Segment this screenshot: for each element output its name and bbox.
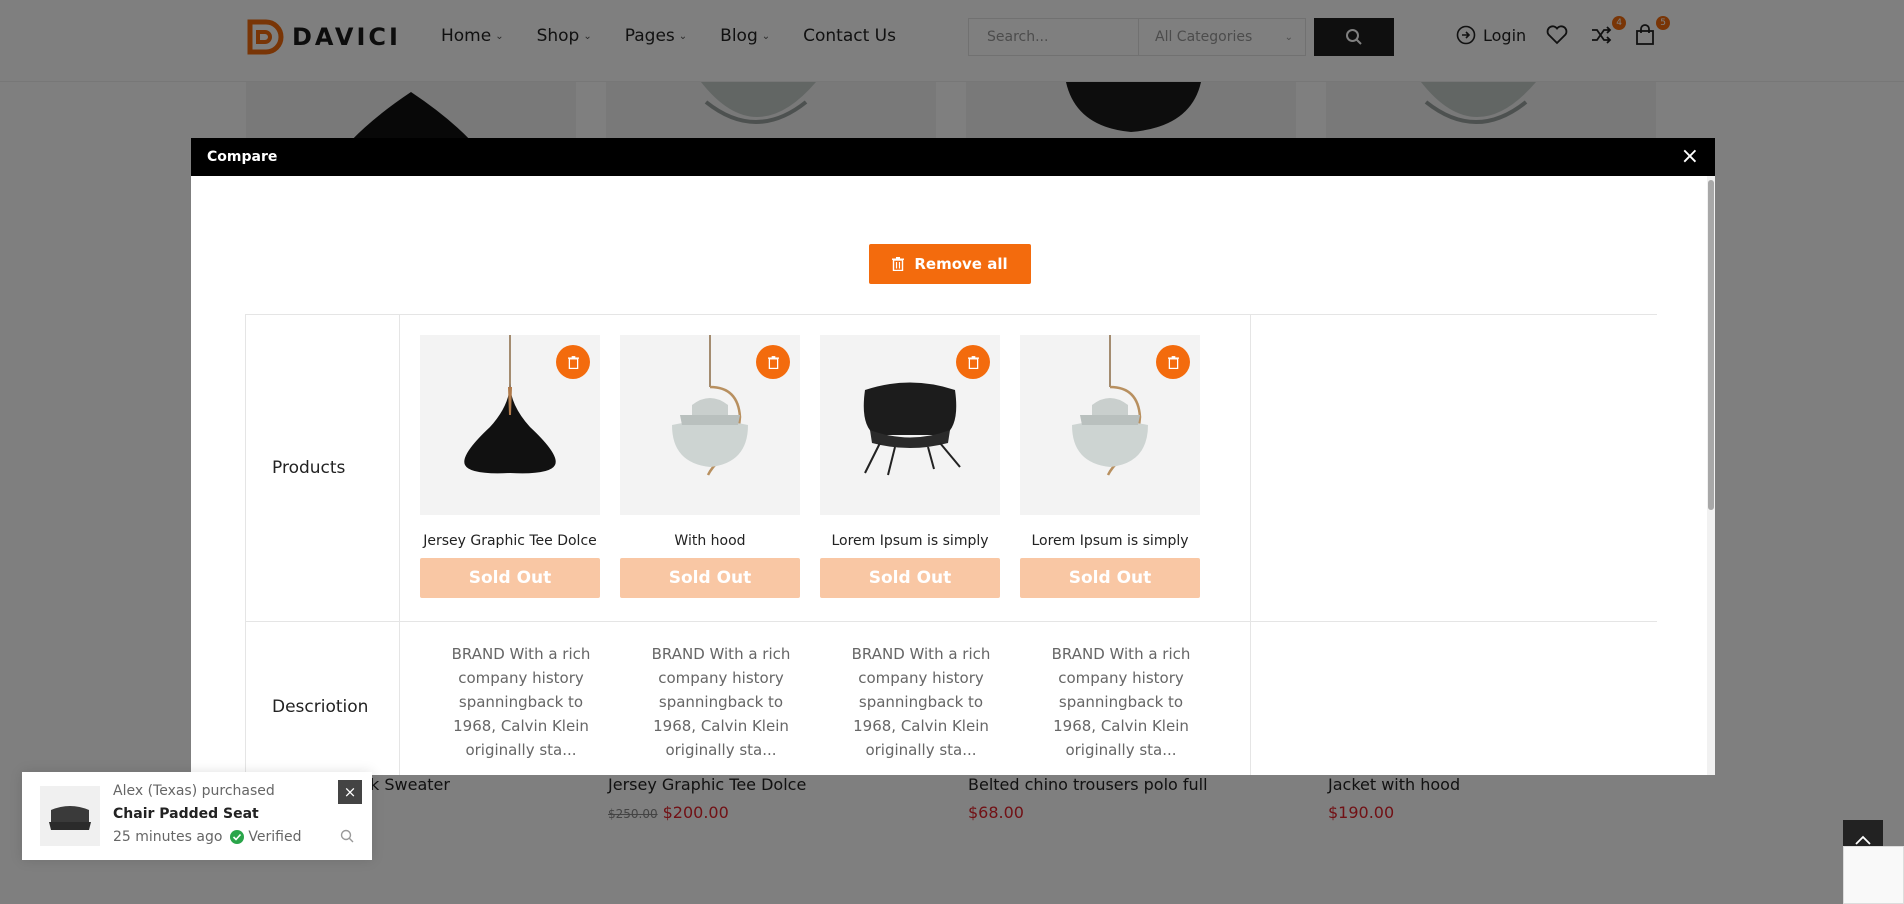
product-image[interactable] bbox=[620, 335, 800, 515]
row-label-products: Products bbox=[245, 315, 400, 621]
notification-buyer: Alex (Texas) purchased bbox=[113, 783, 275, 799]
compare-row-description: Descriotion BRAND With a rich company hi… bbox=[245, 621, 1657, 775]
compare-product: Lorem Ipsum is simply Sold Out bbox=[1020, 335, 1200, 598]
remove-product-button[interactable] bbox=[756, 345, 790, 379]
close-icon: × bbox=[343, 783, 357, 801]
sold-out-button[interactable]: Sold Out bbox=[1020, 558, 1200, 598]
compare-product: Lorem Ipsum is simply Sold Out bbox=[820, 335, 1000, 598]
trash-icon bbox=[967, 355, 979, 369]
check-circle-icon bbox=[230, 830, 245, 844]
sold-out-button[interactable]: Sold Out bbox=[820, 558, 1000, 598]
notification-time: 25 minutes ago bbox=[113, 829, 223, 845]
product-image[interactable] bbox=[820, 335, 1000, 515]
product-name[interactable]: With hood bbox=[620, 533, 800, 549]
product-description: BRAND With a rich company history spanni… bbox=[851, 645, 991, 759]
recaptcha-badge[interactable] bbox=[1843, 846, 1904, 904]
notification-quickview-button[interactable] bbox=[340, 828, 354, 847]
product-image[interactable] bbox=[1020, 335, 1200, 515]
sold-out-button[interactable]: Sold Out bbox=[420, 558, 600, 598]
trash-icon bbox=[892, 257, 905, 271]
notification-meta: 25 minutes ago Verified bbox=[113, 829, 302, 845]
verified-label: Verified bbox=[248, 829, 302, 845]
product-name[interactable]: Jersey Graphic Tee Dolce bbox=[420, 533, 600, 549]
chevron-up-icon bbox=[1855, 835, 1871, 845]
product-image[interactable] bbox=[420, 335, 600, 515]
product-description: BRAND With a rich company history spanni… bbox=[651, 645, 791, 759]
padded-chair-image bbox=[49, 806, 91, 830]
description-cells: BRAND With a rich company history spanni… bbox=[400, 622, 1251, 775]
trash-icon bbox=[1167, 355, 1179, 369]
product-description: BRAND With a rich company history spanni… bbox=[451, 645, 591, 759]
modal-title: Compare bbox=[207, 149, 278, 165]
trash-icon bbox=[567, 355, 579, 369]
remove-product-button[interactable] bbox=[556, 345, 590, 379]
product-description: BRAND With a rich company history spanni… bbox=[1051, 645, 1191, 759]
remove-all-button[interactable]: Remove all bbox=[869, 244, 1031, 284]
remove-all-label: Remove all bbox=[914, 255, 1008, 273]
notification-product[interactable]: Chair Padded Seat bbox=[113, 806, 259, 822]
product-name[interactable]: Lorem Ipsum is simply bbox=[820, 533, 1000, 549]
compare-row-products: Products Jersey Graphic Tee Dolce Sold O… bbox=[245, 314, 1657, 621]
row-label-description: Descriotion bbox=[245, 622, 400, 775]
trash-icon bbox=[767, 355, 779, 369]
modal-body: Remove all Products Jersey Graphic Tee D… bbox=[191, 176, 1707, 775]
remove-product-button[interactable] bbox=[956, 345, 990, 379]
product-cells: Jersey Graphic Tee Dolce Sold Out With h… bbox=[400, 315, 1251, 621]
notification-close-button[interactable]: × bbox=[338, 780, 362, 804]
modal-header: Compare × bbox=[191, 138, 1715, 176]
verified-badge: Verified bbox=[230, 829, 302, 845]
modal-scrollbar[interactable] bbox=[1707, 176, 1715, 775]
remove-product-button[interactable] bbox=[1156, 345, 1190, 379]
search-icon bbox=[340, 829, 354, 843]
purchase-notification: Alex (Texas) purchased Chair Padded Seat… bbox=[22, 772, 372, 860]
compare-modal: Compare × Remove all Products Jersey Gra… bbox=[191, 138, 1715, 775]
compare-product: Jersey Graphic Tee Dolce Sold Out bbox=[420, 335, 600, 598]
close-icon[interactable]: × bbox=[1681, 146, 1699, 168]
scrollbar-thumb[interactable] bbox=[1708, 180, 1714, 510]
product-name[interactable]: Lorem Ipsum is simply bbox=[1020, 533, 1200, 549]
notification-product-image[interactable] bbox=[40, 786, 100, 846]
sold-out-button[interactable]: Sold Out bbox=[620, 558, 800, 598]
compare-product: With hood Sold Out bbox=[620, 335, 800, 598]
